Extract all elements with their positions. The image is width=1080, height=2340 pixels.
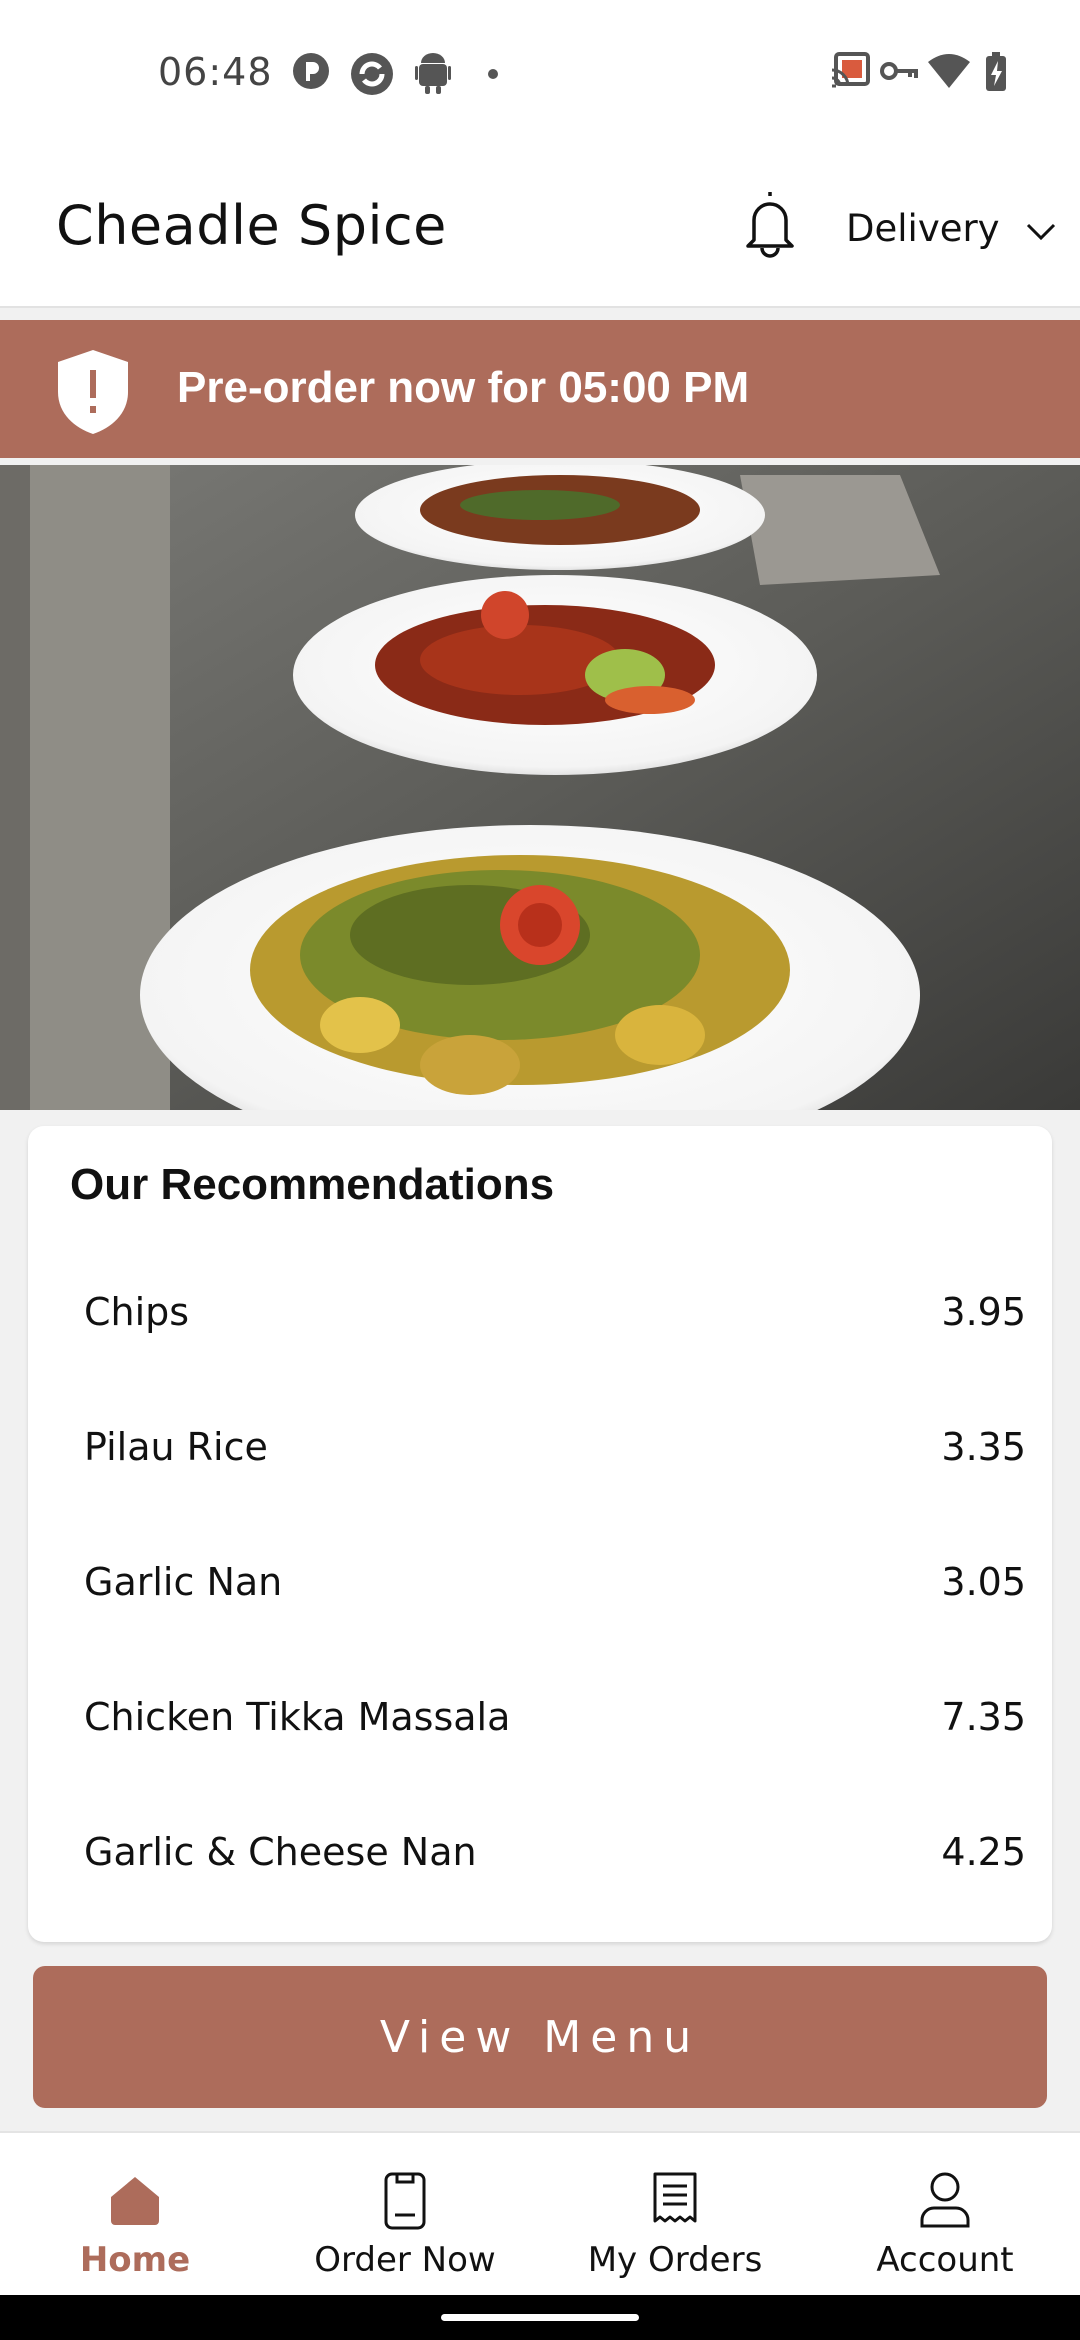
chevron-down-icon [1026,207,1056,250]
item-name: Chicken Tikka Massala [84,1695,511,1739]
battery-charging-icon [985,52,1007,97]
item-name: Chips [84,1290,190,1334]
vpn-key-icon [880,60,918,87]
status-bar: 06:48 [0,0,1080,150]
nav-my-orders[interactable]: My Orders [540,2133,810,2297]
recommendation-item[interactable]: Chicken Tikka Massala 7.35 [70,1675,1026,1765]
item-price: 3.05 [941,1560,1026,1604]
recommendations-card: Our Recommendations Chips 3.95 Pilau Ric… [28,1126,1052,1942]
bottom-nav: Home Order Now My Orders Account [0,2131,1080,2297]
recommendation-item[interactable]: Garlic Nan 3.05 [70,1540,1026,1630]
nav-home[interactable]: Home [0,2133,270,2297]
nav-account[interactable]: Account [810,2133,1080,2297]
cast-icon [830,52,870,93]
refresh-icon [350,52,394,101]
recommendation-item[interactable]: Garlic & Cheese Nan 4.25 [70,1810,1026,1900]
item-price: 4.25 [941,1830,1026,1874]
status-time: 06:48 [158,50,273,94]
app-header: Cheadle Spice Delivery [0,150,1080,308]
nav-label-home: Home [79,2240,191,2280]
dot-icon [487,67,499,85]
wifi-icon [928,52,970,95]
recommendation-item[interactable]: Pilau Rice 3.35 [70,1405,1026,1495]
p-icon [292,52,330,95]
home-icon [107,2171,163,2232]
account-icon [919,2171,971,2234]
nav-label-order-now: Order Now [314,2240,496,2280]
item-name: Garlic & Cheese Nan [84,1830,477,1874]
bell-icon[interactable] [738,186,802,267]
preorder-text: Pre-order now for 05:00 PM [177,363,750,412]
order-type-label: Delivery [846,206,1000,250]
order-type-dropdown[interactable]: Delivery [846,200,1056,256]
item-price: 3.95 [941,1290,1026,1334]
shield-alert-icon [56,348,130,441]
preorder-banner: Pre-order now for 05:00 PM [0,320,1080,458]
item-name: Pilau Rice [84,1425,268,1469]
recommendations-title: Our Recommendations [70,1160,555,1209]
item-name: Garlic Nan [84,1560,283,1604]
view-menu-button[interactable]: View Menu [33,1966,1047,2108]
order-icon [383,2171,427,2236]
home-gesture-handle[interactable] [441,2314,639,2321]
receipt-icon [651,2171,699,2232]
app-title: Cheadle Spice [56,194,447,257]
item-price: 7.35 [941,1695,1026,1739]
gesture-bar [0,2295,1080,2340]
nav-label-account: Account [876,2240,1014,2280]
nav-label-my-orders: My Orders [587,2240,763,2280]
nav-order-now[interactable]: Order Now [270,2133,540,2297]
recommendation-item[interactable]: Chips 3.95 [70,1270,1026,1360]
hero-food-photo [0,465,1080,1110]
android-icon [415,52,451,99]
item-price: 3.35 [941,1425,1026,1469]
